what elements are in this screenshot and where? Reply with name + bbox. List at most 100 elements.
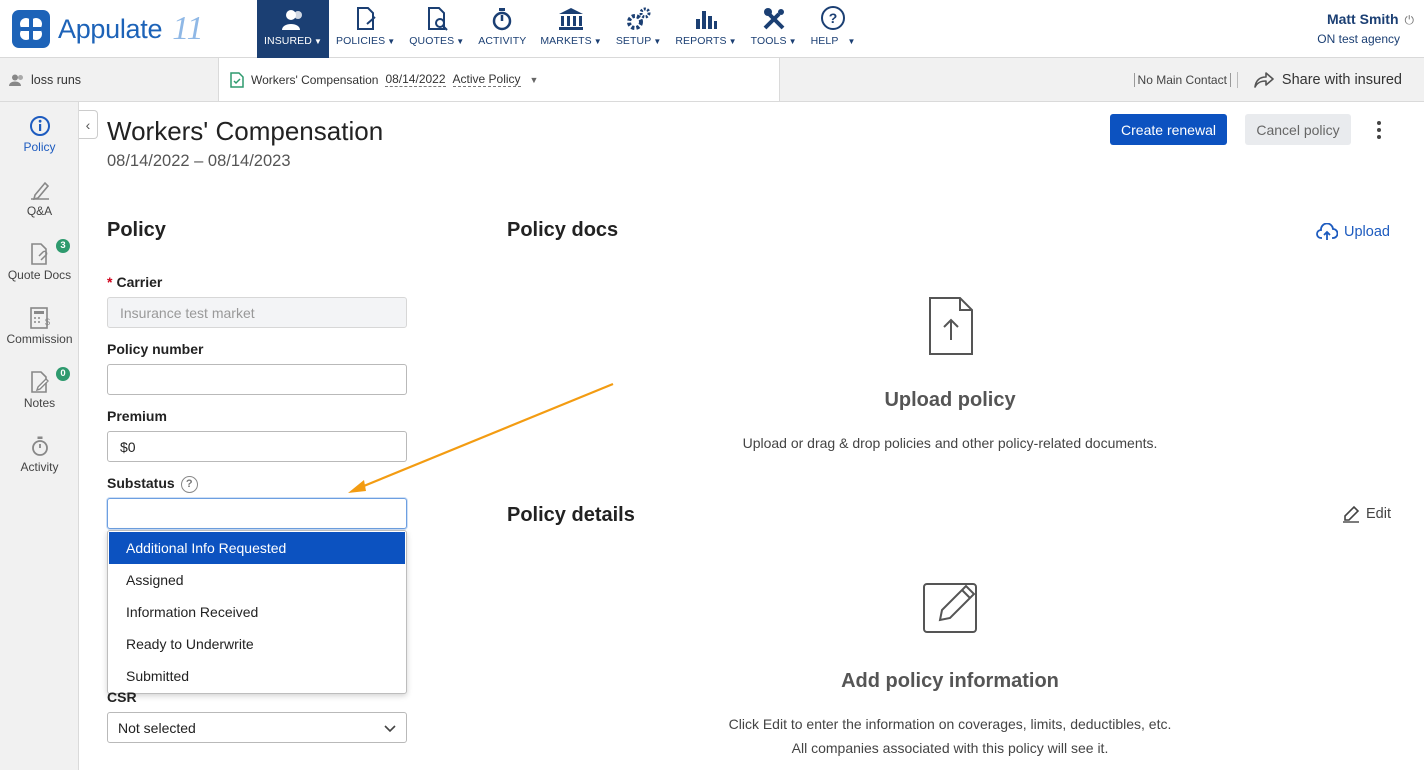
- pencil-icon: [1343, 505, 1360, 523]
- substatus-option[interactable]: Submitted: [109, 660, 405, 692]
- policy-docs-heading: Policy docs: [507, 219, 619, 241]
- nav-policies[interactable]: POLICIES ▼: [329, 0, 402, 58]
- rail-qa-label: Q&A: [26, 204, 53, 218]
- substatus-option[interactable]: Assigned: [109, 564, 405, 596]
- question-circle-icon: ?: [821, 6, 846, 30]
- rail-notes-label: Notes: [23, 396, 56, 410]
- cloud-upload-icon: [1316, 223, 1338, 240]
- help-icon[interactable]: ?: [180, 475, 198, 493]
- rail-policy[interactable]: Policy: [0, 115, 79, 154]
- substatus-option[interactable]: Ready to Underwrite: [109, 628, 405, 660]
- quote-doc-icon: [427, 7, 448, 31]
- edit-label: Edit: [1366, 506, 1391, 522]
- create-renewal-button[interactable]: Create renewal: [1110, 114, 1227, 145]
- nav-help-label: HELP: [810, 35, 839, 47]
- premium-label: Premium: [107, 408, 167, 424]
- nav-tools[interactable]: TOOLS ▼: [744, 0, 804, 58]
- insured-crumb[interactable]: loss runs: [0, 58, 219, 101]
- policy-selector[interactable]: Workers' Compensation 08/14/2022 Active …: [219, 58, 780, 101]
- bank-icon: [559, 8, 584, 30]
- nav-reports[interactable]: REPORTS ▼: [668, 0, 743, 58]
- main-menu: INSURED ▼ POLICIES ▼ QUOTES ▼ ACTIVITY MARK…: [257, 0, 862, 58]
- add-policy-info-text-2: All companies associated with this polic…: [791, 740, 1109, 756]
- csr-label: CSR: [107, 689, 137, 705]
- stopwatch-icon: [493, 8, 512, 31]
- nav-activity-label: ACTIVITY: [478, 35, 527, 47]
- nav-policies-label: POLICIES: [336, 35, 386, 47]
- document-upload-icon: [929, 297, 973, 355]
- substatus-input[interactable]: [107, 498, 407, 529]
- rail-quote-docs-label: Quote Docs: [7, 268, 72, 282]
- brand-name: Appulate: [58, 13, 163, 44]
- tools-icon: [763, 8, 785, 30]
- policy-doc-icon: [356, 7, 376, 30]
- gears-icon: [626, 7, 651, 30]
- insured-name: loss runs: [31, 72, 82, 87]
- upload-policy-text: Upload or drag & drop policies and other…: [742, 435, 1158, 451]
- calculator-icon: $: [29, 307, 50, 329]
- rail-activity-label: Activity: [20, 460, 59, 474]
- substatus-label: Substatus?: [107, 475, 198, 493]
- user-menu[interactable]: Matt Smith ⏻ ON test agency: [1317, 11, 1414, 46]
- user-agency: ON test agency: [1317, 32, 1400, 46]
- info-circle-icon: [29, 116, 50, 136]
- upload-button[interactable]: Upload: [1316, 223, 1390, 241]
- collapse-rail-button[interactable]: ‹: [79, 110, 98, 139]
- rail-quote-docs[interactable]: 3 Quote Docs: [0, 239, 79, 282]
- nav-markets[interactable]: MARKETS ▼: [533, 0, 609, 58]
- policy-details-heading: Policy details: [507, 504, 635, 526]
- rail-activity[interactable]: Activity: [0, 435, 79, 474]
- chevron-down-icon: [384, 725, 396, 733]
- section-rail: Policy Q&A 3 Quote Docs $ Commission 0 N…: [0, 102, 79, 770]
- bar-chart-icon: [696, 11, 718, 29]
- substatus-option[interactable]: Additional Info Requested: [109, 532, 405, 564]
- more-options-icon[interactable]: [1368, 118, 1390, 142]
- clover-logo-icon: [12, 10, 50, 48]
- share-with-insured-button[interactable]: Share with insured: [1254, 72, 1402, 88]
- top-navigation: Appulate 11 INSURED ▼ POLICIES ▼ QUOTES ▼ A…: [0, 0, 1424, 58]
- note-edit-icon: [30, 371, 49, 393]
- add-policy-info-title: Add policy information: [841, 670, 1059, 692]
- policy-term: 08/14/2022 – 08/14/2023: [107, 152, 291, 170]
- carrier-label-text: Carrier: [116, 274, 163, 290]
- rail-commission[interactable]: $ Commission: [0, 307, 79, 346]
- app-logo[interactable]: Appulate 11: [12, 10, 204, 48]
- substatus-option[interactable]: Information Received: [109, 596, 405, 628]
- attachment-doc-icon: [30, 243, 47, 265]
- nav-setup-label: SETUP: [615, 35, 652, 47]
- user-name: Matt Smith: [1326, 11, 1399, 27]
- nav-markets-label: MARKETS: [540, 35, 592, 47]
- carrier-field: Insurance test market: [107, 297, 407, 328]
- edit-button[interactable]: Edit: [1342, 505, 1391, 523]
- stopwatch-icon: [31, 436, 48, 456]
- nav-quotes-label: QUOTES: [409, 35, 455, 47]
- cancel-policy-button[interactable]: Cancel policy: [1245, 114, 1351, 145]
- page-title: Workers' Compensation: [107, 116, 384, 146]
- upload-policy-title: Upload policy: [884, 389, 1016, 411]
- policy-check-icon: [230, 71, 244, 88]
- nav-help[interactable]: ? HELP ▼: [804, 0, 863, 58]
- nav-setup[interactable]: SETUP ▼: [609, 0, 669, 58]
- substatus-dropdown: Additional Info Requested Assigned Infor…: [107, 530, 407, 694]
- divider: [1236, 71, 1238, 88]
- policy-heading: Policy: [107, 219, 166, 241]
- rail-commission-label: Commission: [6, 332, 73, 346]
- rail-qa[interactable]: Q&A: [0, 179, 79, 218]
- context-bar: loss runs Workers' Compensation 08/14/20…: [0, 58, 1424, 102]
- rail-notes[interactable]: 0 Notes: [0, 367, 79, 410]
- nav-insured[interactable]: INSURED ▼: [257, 0, 329, 58]
- pen-sign-icon: [30, 181, 49, 201]
- annotation-arrow: [348, 382, 614, 493]
- nav-insured-label: INSURED: [264, 35, 312, 47]
- csr-select[interactable]: Not selected: [107, 712, 407, 743]
- policy-type: Workers' Compensation: [251, 72, 379, 87]
- main-contact[interactable]: No Main Contact: [1133, 72, 1231, 87]
- brand-version: 11: [172, 10, 204, 47]
- policy-status: Active Policy: [452, 72, 521, 87]
- nav-activity[interactable]: ACTIVITY: [471, 0, 533, 58]
- nav-quotes[interactable]: QUOTES ▼: [402, 0, 471, 58]
- chevron-down-icon: ▼: [529, 74, 539, 85]
- share-arrow-icon: [1254, 71, 1274, 88]
- csr-value: Not selected: [118, 719, 196, 736]
- power-icon[interactable]: ⏻: [1405, 13, 1415, 27]
